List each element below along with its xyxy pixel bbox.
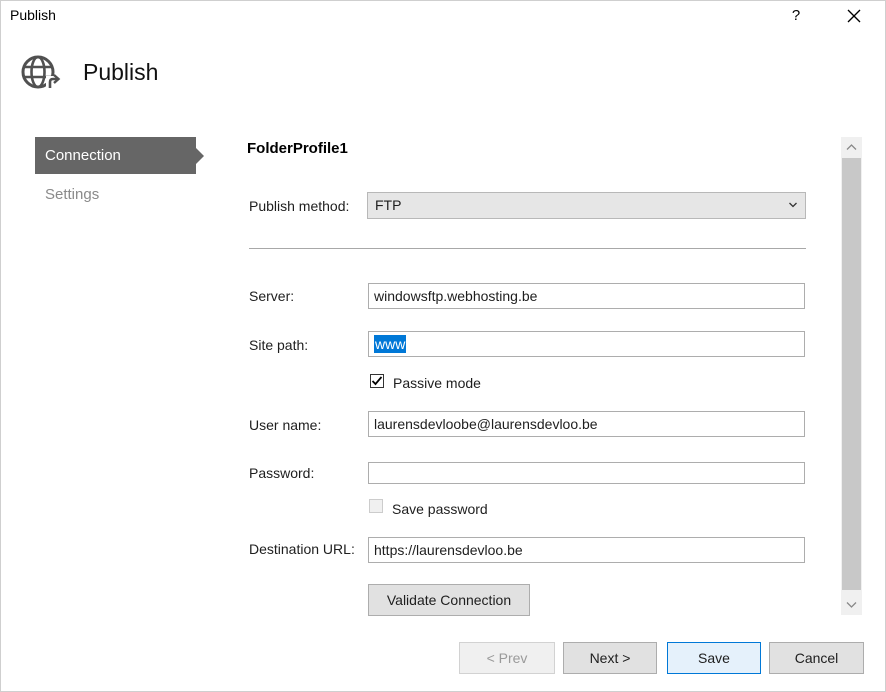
- server-label: Server:: [249, 288, 295, 304]
- chevron-down-icon: [789, 202, 797, 208]
- passive-mode-label: Passive mode: [393, 375, 481, 391]
- password-label: Password:: [249, 465, 315, 481]
- help-button[interactable]: ?: [782, 2, 810, 30]
- window-title: Publish: [10, 7, 56, 23]
- page-title: Publish: [83, 59, 159, 85]
- user-name-input[interactable]: laurensdevloobe@laurensdevloo.be: [368, 411, 805, 437]
- publish-method-value: FTP: [375, 197, 402, 213]
- site-path-value: www: [374, 335, 407, 353]
- close-button[interactable]: [840, 2, 868, 30]
- save-password-label: Save password: [392, 501, 488, 517]
- server-input[interactable]: windowsftp.webhosting.be: [368, 283, 805, 309]
- prev-button[interactable]: < Prev: [459, 642, 555, 674]
- chevron-down-icon: [846, 602, 857, 608]
- scroll-down-button[interactable]: [841, 594, 862, 615]
- password-input[interactable]: [368, 462, 805, 484]
- publish-method-select[interactable]: FTP: [367, 192, 806, 219]
- destination-url-input[interactable]: https://laurensdevloo.be: [368, 537, 805, 563]
- checkbox-box: [370, 374, 384, 388]
- passive-mode-checkbox[interactable]: [370, 374, 384, 388]
- site-path-label: Site path:: [249, 337, 309, 353]
- scrollbar-thumb[interactable]: [842, 158, 861, 590]
- close-icon: [847, 9, 861, 23]
- cancel-button[interactable]: Cancel: [769, 642, 864, 674]
- chevron-up-icon: [846, 144, 857, 150]
- destination-url-label: Destination URL:: [249, 541, 355, 557]
- save-password-checkbox[interactable]: [369, 499, 383, 513]
- profile-name: FolderProfile1: [247, 140, 348, 157]
- validate-connection-button[interactable]: Validate Connection: [368, 584, 530, 616]
- active-item-pointer: [196, 148, 204, 164]
- section-divider: [249, 248, 806, 249]
- sidebar-item-settings[interactable]: Settings: [35, 176, 196, 213]
- scroll-up-button[interactable]: [841, 137, 862, 158]
- user-name-label: User name:: [249, 417, 322, 433]
- next-button[interactable]: Next >: [563, 642, 657, 674]
- site-path-input[interactable]: www: [368, 331, 805, 357]
- publish-method-label: Publish method:: [249, 198, 350, 214]
- globe-publish-icon: [18, 52, 62, 92]
- sidebar-item-connection[interactable]: Connection: [35, 137, 196, 174]
- checkmark-icon: [371, 376, 383, 386]
- save-button[interactable]: Save: [667, 642, 761, 674]
